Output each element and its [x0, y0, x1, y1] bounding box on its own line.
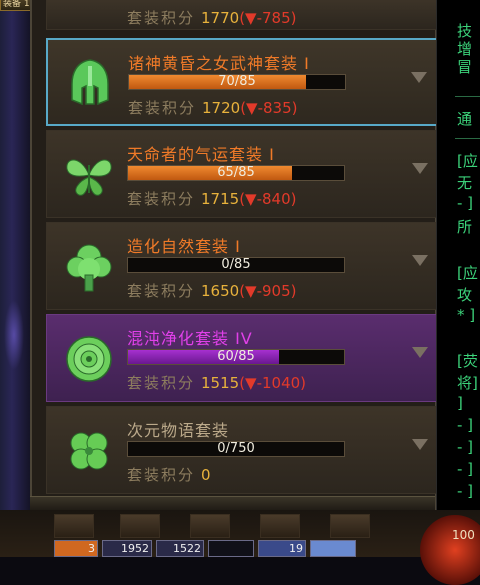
score-label: 套装积分: [127, 282, 196, 300]
progress-bar: 70/85: [128, 74, 346, 90]
score-diff: (▼-1040): [239, 374, 307, 392]
set-score: 套装积分 1515(▼-1040): [127, 372, 306, 393]
score-value: 1770: [201, 9, 240, 27]
score-diff: (▼-840): [239, 190, 297, 208]
set-score: 套装积分 1770(▼-785): [127, 7, 297, 28]
hp-orb-value: 100: [452, 528, 475, 542]
hotbar-deco: [54, 514, 94, 538]
panel-frame-bottom: [30, 496, 435, 511]
chat-line: - ]: [457, 460, 474, 478]
rose-icon: [61, 331, 117, 387]
set-list-panel: 套装积分 1770(▼-785) 诸神黄昏之女武神套装 I 70/85 套装积分 1…: [30, 0, 460, 510]
chat-line: - ]: [457, 194, 474, 212]
progress-text: 60/85: [217, 349, 255, 364]
score-label: 套装积分: [127, 9, 196, 27]
score-value: 1720: [202, 99, 241, 117]
hotbar-slot[interactable]: 3: [54, 540, 98, 557]
expand-arrow-icon[interactable]: [412, 347, 428, 358]
progress-text: 65/85: [217, 165, 255, 180]
background-left: [0, 0, 30, 557]
chat-line: 将]: [457, 374, 478, 392]
spartan-helmet-icon: [62, 56, 118, 112]
progress-text: 70/85: [218, 74, 256, 89]
score-diff: (▼-785): [239, 9, 297, 27]
hotbar-deco: [190, 514, 230, 538]
score-value: 1715: [201, 190, 240, 208]
hotbar-slot[interactable]: 19: [258, 540, 306, 557]
set-score: 套装积分 1715(▼-840): [127, 188, 297, 209]
hotbar-deco: [330, 514, 370, 538]
set-name: 混沌净化套装 IV: [127, 329, 253, 348]
progress-text: 0/750: [217, 441, 255, 456]
score-value: 1650: [201, 282, 240, 300]
chat-panel: 技 增 冒 通 [应 无 - ] 所 [应 攻 * ] [荧 将] ] - ] …: [436, 0, 480, 510]
hotbar: 3 1952 1522 19: [0, 510, 480, 557]
score-label: 套装积分: [127, 374, 196, 392]
hotbar-slot[interactable]: [208, 540, 254, 557]
chat-line: * ]: [457, 306, 476, 324]
butterfly-icon: [61, 147, 117, 203]
score-value: 0: [201, 466, 211, 484]
chat-line: ]: [457, 394, 463, 412]
expand-arrow-icon[interactable]: [412, 439, 428, 450]
set-name: 天命者的气运套装 I: [127, 145, 275, 164]
expand-arrow-icon[interactable]: [411, 72, 427, 83]
set-row[interactable]: 混沌净化套装 IV 60/85 套装积分 1515(▼-1040): [46, 314, 441, 402]
chat-line: [荧: [457, 352, 478, 370]
tree-icon: [61, 239, 117, 295]
chat-line: 冒: [457, 58, 473, 76]
chat-separator: [455, 138, 480, 139]
score-label: 套装积分: [128, 99, 197, 117]
background-glow: [4, 300, 24, 370]
set-score: 套装积分 1650(▼-905): [127, 280, 297, 301]
progress-text: 0/85: [221, 257, 251, 272]
set-name: 次元物语套装: [127, 421, 230, 440]
hotbar-slot[interactable]: [310, 540, 356, 557]
chat-separator: [455, 96, 480, 97]
progress-bar: 0/85: [127, 257, 345, 273]
hotbar-deco: [120, 514, 160, 538]
hp-orb: [420, 515, 480, 585]
hotbar-slot[interactable]: 1952: [102, 540, 152, 557]
chat-line: [应: [457, 152, 478, 170]
chat-line: 攻: [457, 286, 473, 304]
clover-icon: [61, 423, 117, 479]
set-row[interactable]: 天命者的气运套装 I 65/85 套装积分 1715(▼-840): [46, 130, 441, 218]
progress-bar: 0/750: [127, 441, 345, 457]
set-name: 造化自然套装 I: [127, 237, 241, 256]
score-label: 套装积分: [127, 190, 196, 208]
chat-line: 所: [457, 218, 473, 236]
progress-bar: 60/85: [127, 349, 345, 365]
set-score: 套装积分 0: [127, 464, 211, 485]
set-score: 套装积分 1720(▼-835): [128, 97, 298, 118]
chat-line: - ]: [457, 482, 474, 500]
set-row[interactable]: 次元物语套装 0/750 套装积分 0: [46, 406, 441, 494]
set-row[interactable]: 诸神黄昏之女武神套装 I 70/85 套装积分 1720(▼-835): [46, 38, 441, 126]
set-row-partial[interactable]: 套装积分 1770(▼-785): [46, 0, 441, 30]
score-value: 1515: [201, 374, 240, 392]
chat-line: - ]: [457, 416, 474, 434]
score-diff: (▼-905): [239, 282, 297, 300]
chat-line: 通: [457, 110, 473, 128]
set-name: 诸神黄昏之女武神套装 I: [128, 54, 310, 73]
chat-line: [应: [457, 264, 478, 282]
hotbar-slot[interactable]: 1522: [156, 540, 204, 557]
set-row[interactable]: 造化自然套装 I 0/85 套装积分 1650(▼-905): [46, 222, 441, 310]
progress-bar: 65/85: [127, 165, 345, 181]
chat-line: - ]: [457, 438, 474, 456]
score-label: 套装积分: [127, 466, 196, 484]
chat-line: 无: [457, 174, 473, 192]
expand-arrow-icon[interactable]: [412, 255, 428, 266]
hotbar-deco: [260, 514, 300, 538]
score-diff: (▼-835): [240, 99, 298, 117]
expand-arrow-icon[interactable]: [412, 163, 428, 174]
